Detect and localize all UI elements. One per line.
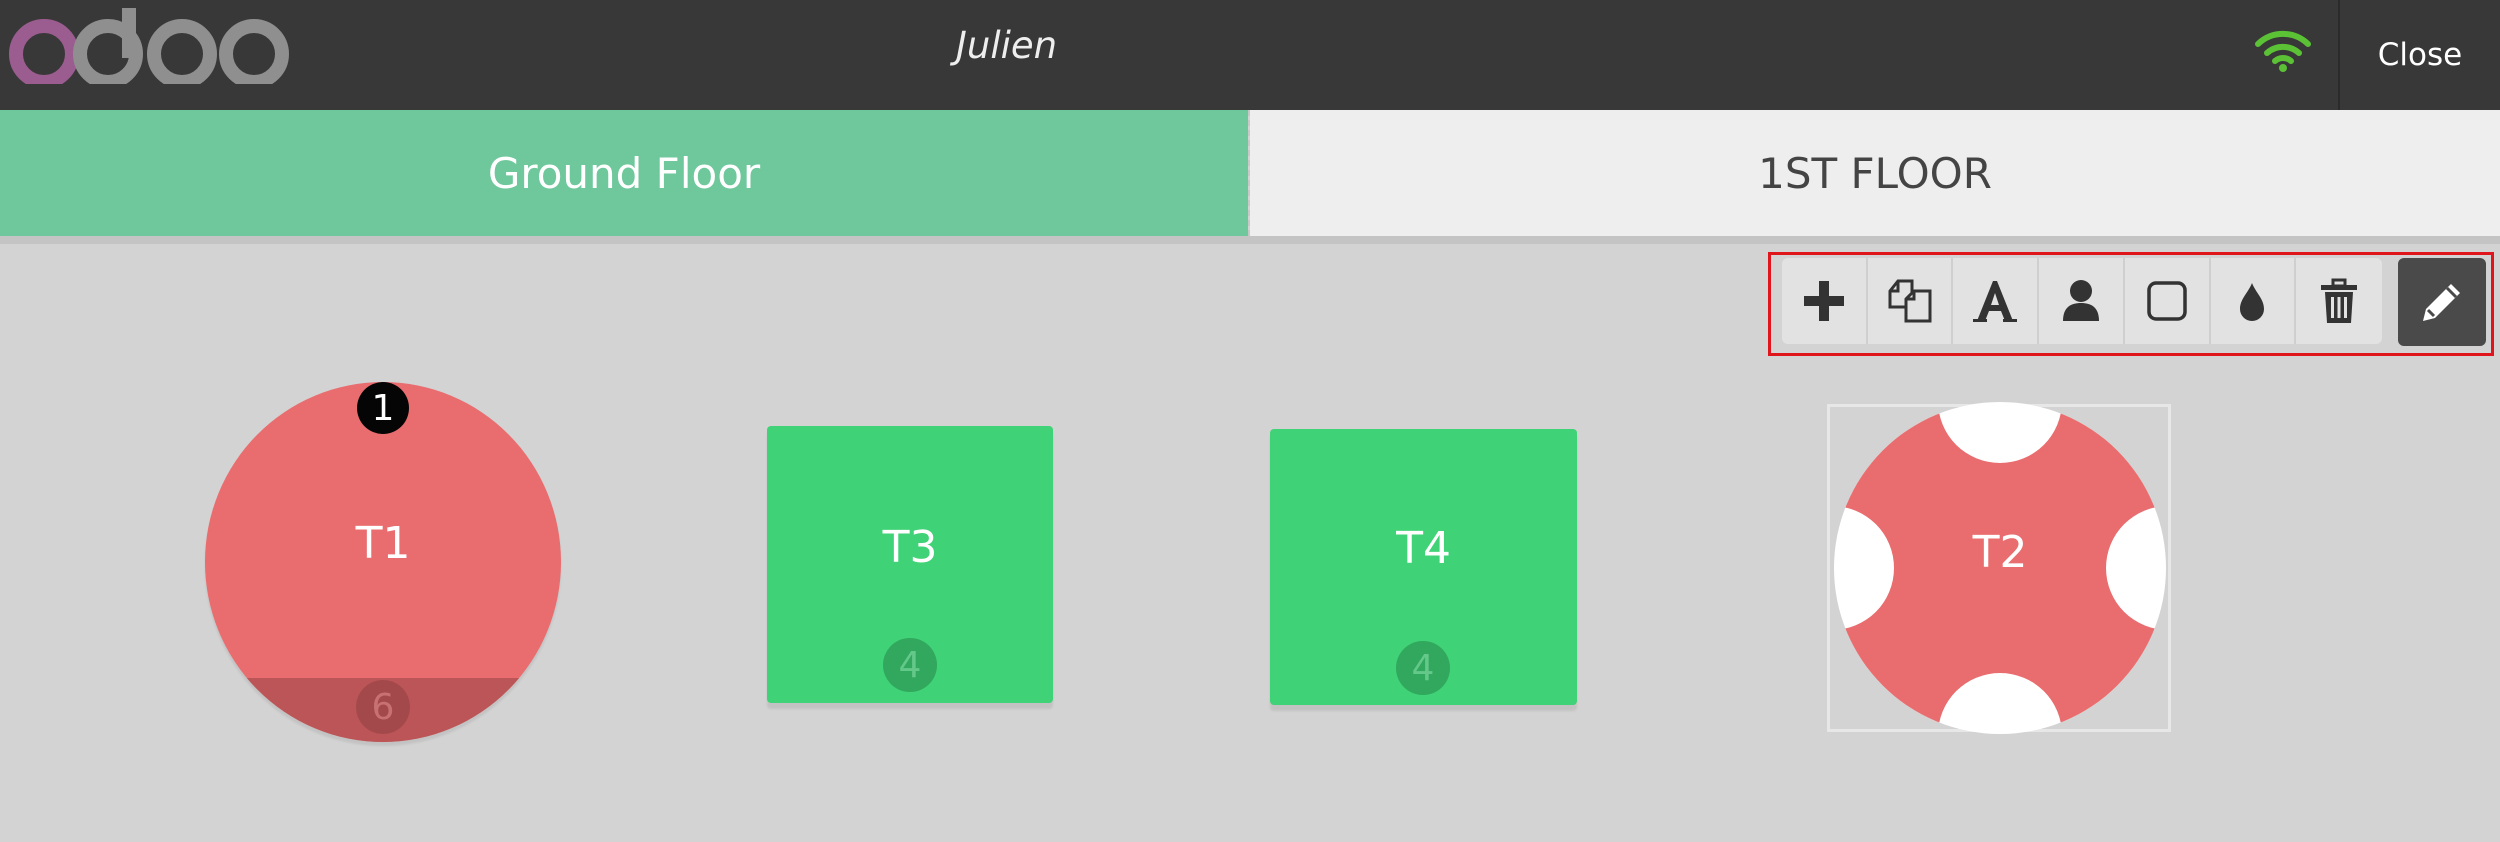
change-seats-button[interactable] bbox=[2039, 258, 2125, 344]
change-shape-button[interactable] bbox=[2125, 258, 2211, 344]
odoo-logo bbox=[9, 8, 289, 84]
table-t3[interactable]: T3 4 bbox=[767, 426, 1053, 703]
cashier-name[interactable]: Julien bbox=[956, 24, 1057, 67]
tabs-shadow bbox=[0, 236, 2500, 244]
user-icon bbox=[2063, 280, 2100, 321]
tab-ground-floor[interactable]: Ground Floor bbox=[0, 110, 1248, 236]
close-button[interactable]: Close bbox=[2340, 0, 2500, 110]
edit-floor-button[interactable] bbox=[2398, 258, 2486, 346]
duplicate-icon bbox=[1888, 279, 1932, 323]
tab-1st-floor[interactable]: 1ST FLOOR bbox=[1250, 110, 2500, 236]
top-bar: odoo Julien Close bbox=[0, 0, 2500, 110]
table-label: T1 bbox=[355, 518, 411, 569]
droplet-icon bbox=[2240, 283, 2265, 321]
seats-count: 4 bbox=[1396, 641, 1450, 695]
font-icon bbox=[1973, 281, 2018, 322]
seats-count: 6 bbox=[356, 680, 410, 734]
add-table-button[interactable] bbox=[1782, 258, 1868, 344]
rename-table-button[interactable] bbox=[1953, 258, 2040, 344]
delete-table-button[interactable] bbox=[2296, 258, 2382, 344]
table-t1[interactable]: T1 6 bbox=[205, 382, 561, 742]
seats-count: 4 bbox=[883, 638, 937, 692]
change-color-button[interactable] bbox=[2211, 258, 2297, 344]
floor-edit-toolbar bbox=[1782, 258, 2382, 344]
wifi-icon bbox=[2255, 30, 2311, 72]
table-label: T4 bbox=[1396, 523, 1451, 574]
table-t2[interactable]: T2 bbox=[1832, 401, 2168, 735]
duplicate-table-button[interactable] bbox=[1868, 258, 1954, 344]
square-icon bbox=[2146, 281, 2187, 321]
trash-icon bbox=[2321, 278, 2358, 323]
plus-icon bbox=[1803, 281, 1844, 321]
floor-tabs: Ground Floor 1ST FLOOR bbox=[0, 110, 2500, 236]
table-label: T3 bbox=[882, 522, 938, 573]
pencil-icon bbox=[2423, 284, 2460, 321]
table-label: T2 bbox=[1972, 527, 2028, 578]
table-t4[interactable]: T4 4 bbox=[1270, 429, 1577, 705]
order-count-badge: 1 bbox=[357, 382, 409, 434]
